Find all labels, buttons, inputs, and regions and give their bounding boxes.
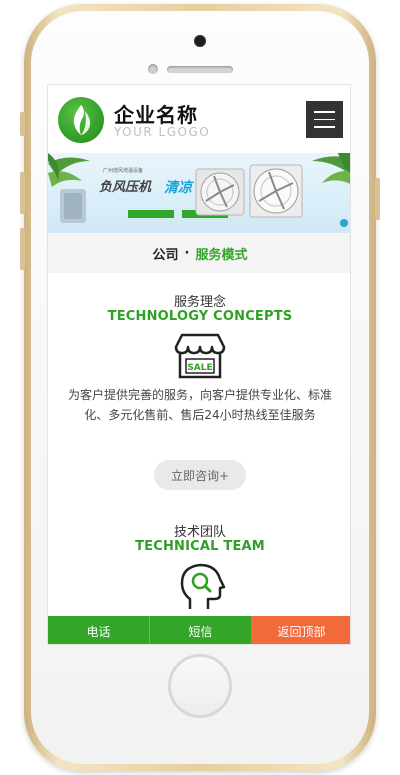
fan-icon bbox=[249, 164, 303, 218]
phone-screen: 企业名称 YOUR LGOGO 广州增风增温设备 负风压机 清凉 公司 · 服务… bbox=[47, 84, 351, 645]
section-title-cn: 服务理念 bbox=[173, 295, 226, 310]
home-button[interactable] bbox=[168, 654, 232, 718]
banner-title: 负风压机 bbox=[99, 180, 152, 195]
section-title-en: TECHNOLOGY CONCEPTS bbox=[107, 309, 293, 324]
logo-icon[interactable] bbox=[58, 97, 104, 143]
sms-button[interactable]: 短信 bbox=[150, 616, 251, 644]
power-button bbox=[375, 178, 380, 220]
breadcrumb: 公司 · 服务模式 bbox=[48, 233, 350, 273]
volume-down-button bbox=[20, 228, 25, 270]
banner-small-text: 广州增风增温设备 bbox=[103, 168, 144, 174]
earpiece-speaker bbox=[167, 66, 233, 73]
service-description: 为客户提供完善的服务，向客户提供专业化、标准化、多元化售前、售后24小时热线至佳… bbox=[68, 388, 333, 422]
bottom-action-bar: 电话 短信 返回顶部 bbox=[48, 616, 350, 644]
mute-switch bbox=[20, 112, 25, 136]
consult-button[interactable]: 立即咨询+ bbox=[154, 460, 246, 490]
sale-shop-icon: SALE bbox=[172, 331, 228, 385]
section-title-en: TECHNICAL TEAM bbox=[135, 539, 265, 554]
brand-subtitle: YOUR LGOGO bbox=[114, 125, 211, 139]
site-header: 企业名称 YOUR LGOGO bbox=[48, 85, 350, 153]
sale-icon-label: SALE bbox=[187, 363, 212, 373]
hero-banner[interactable]: 广州增风增温设备 负风压机 清凉 bbox=[48, 153, 350, 233]
back-to-top-button[interactable]: 返回顶部 bbox=[251, 616, 350, 644]
sensor bbox=[148, 64, 158, 74]
call-button[interactable]: 电话 bbox=[48, 616, 150, 644]
breadcrumb-item-current: 服务模式 bbox=[195, 247, 248, 263]
banner-bar bbox=[128, 210, 174, 218]
fan-icon bbox=[195, 168, 245, 216]
head-search-icon bbox=[178, 561, 226, 615]
breadcrumb-separator: · bbox=[184, 245, 190, 261]
palm-leaf-icon bbox=[312, 153, 350, 227]
hamburger-icon[interactable] bbox=[306, 101, 343, 138]
section-title-cn: 技术团队 bbox=[173, 525, 226, 540]
breadcrumb-item-company[interactable]: 公司 bbox=[153, 244, 179, 263]
front-camera bbox=[194, 35, 206, 47]
volume-up-button bbox=[20, 172, 25, 214]
brand-name: 企业名称 bbox=[114, 103, 198, 127]
banner-accent: 清凉 bbox=[164, 180, 192, 196]
